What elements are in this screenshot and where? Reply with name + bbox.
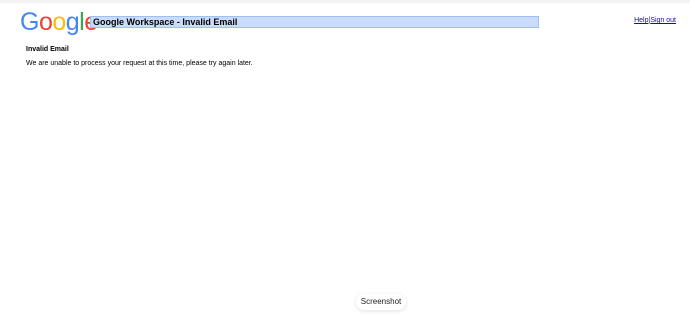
- logo-letter-o2: o: [52, 8, 66, 36]
- page-title: Google Workspace - Invalid Email: [93, 17, 238, 27]
- help-link[interactable]: Help: [634, 17, 648, 24]
- logo-letter-g2: g: [65, 8, 80, 36]
- error-heading: Invalid Email: [26, 46, 69, 53]
- page-title-bar: Google Workspace - Invalid Email: [90, 16, 539, 28]
- google-logo[interactable]: Google: [20, 8, 98, 36]
- logo-letter-o1: o: [38, 8, 53, 36]
- sign-out-link[interactable]: Sign out: [650, 17, 676, 24]
- screenshot-badge[interactable]: Screenshot: [356, 294, 406, 310]
- logo-letter-g: G: [20, 8, 39, 36]
- header-links: Help|Sign out: [634, 16, 676, 25]
- top-strip: [0, 0, 690, 3]
- error-message: We are unable to process your request at…: [26, 60, 253, 67]
